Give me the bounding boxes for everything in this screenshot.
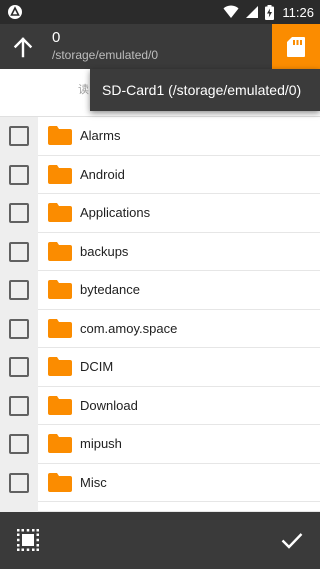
checkbox[interactable]: [9, 280, 29, 301]
folder-entry[interactable]: mipush: [38, 425, 320, 464]
folder-name: Misc: [80, 474, 107, 490]
checkbox[interactable]: [9, 164, 29, 185]
folder-icon: [48, 395, 72, 415]
folder-icon: [48, 318, 72, 338]
folder-icon: [48, 357, 72, 377]
folder-entry: [38, 502, 320, 512]
current-path: /storage/emulated/0: [52, 48, 159, 62]
checkbox-cell: [0, 425, 38, 464]
folder-icon: [48, 203, 72, 223]
checkbox-cell: [0, 309, 38, 348]
folder-name: mipush: [80, 436, 122, 452]
checkbox-cell: [0, 232, 38, 271]
bottom-bar: [0, 512, 320, 569]
folder-icon: [48, 434, 72, 454]
storage-button[interactable]: [272, 24, 320, 69]
checkbox[interactable]: [9, 318, 29, 339]
status-bar: 11:26: [0, 0, 320, 24]
checkbox-cell: [0, 271, 38, 310]
checkbox-cell: [0, 463, 38, 502]
checkbox[interactable]: [9, 434, 29, 455]
folder-icon: [48, 472, 72, 492]
select-all-icon[interactable]: [16, 528, 40, 552]
folder-name: Download: [80, 397, 138, 413]
folder-name: bytedance: [80, 282, 140, 298]
arrow-up-icon: [13, 37, 33, 58]
checkbox[interactable]: [9, 357, 29, 378]
up-button[interactable]: [10, 34, 36, 60]
list-item-partial: [0, 502, 320, 512]
signal-icon: [246, 6, 259, 18]
list-item[interactable]: com.amoy.space: [0, 309, 320, 348]
list-item[interactable]: Misc: [0, 463, 320, 502]
folder-name: com.amoy.space: [80, 320, 178, 336]
folder-icon: [48, 164, 72, 184]
folder-entry[interactable]: bytedance: [38, 271, 320, 310]
status-icons: 11:26: [223, 0, 314, 24]
folder-entry[interactable]: Misc: [38, 464, 320, 502]
sd-card-icon: [287, 36, 305, 57]
checkbox[interactable]: [9, 203, 29, 224]
folder-icon: [48, 280, 72, 300]
checkbox-cell: [0, 348, 38, 387]
status-time: 11:26: [282, 4, 314, 20]
folder-icon: [48, 241, 72, 261]
folder-name: DCIM: [80, 359, 114, 375]
folder-entry[interactable]: com.amoy.space: [38, 310, 320, 348]
checkbox-cell: [0, 502, 38, 512]
checkbox[interactable]: [9, 126, 29, 147]
checkbox-cell: [0, 117, 38, 156]
folder-icon: [48, 126, 72, 146]
checkbox-cell: [0, 194, 38, 233]
list-item[interactable]: DCIM: [0, 348, 320, 387]
list-item[interactable]: Download: [0, 386, 320, 425]
folder-name: backups: [80, 243, 129, 259]
folder-name: Android: [80, 166, 125, 182]
storage-popup-menu: SD-Card1 (/storage/emulated/0): [90, 69, 320, 111]
battery-charging-icon: [265, 4, 275, 20]
checkbox[interactable]: [9, 395, 29, 416]
list-item[interactable]: bytedance: [0, 271, 320, 310]
checkbox[interactable]: [9, 472, 29, 493]
folder-name: Applications: [80, 205, 151, 221]
folder-entry[interactable]: Alarms: [38, 117, 320, 156]
app-bar: 0 /storage/emulated/0: [0, 24, 320, 69]
folder-entry[interactable]: Android: [38, 156, 320, 194]
checkbox-cell: [0, 155, 38, 194]
folder-entry[interactable]: Applications: [38, 194, 320, 233]
app-notification-icon: [8, 5, 22, 19]
list-item[interactable]: backups: [0, 232, 320, 271]
folder-entry[interactable]: DCIM: [38, 348, 320, 387]
wifi-icon: [223, 5, 239, 18]
folder-entry[interactable]: Download: [38, 387, 320, 425]
folder-entry[interactable]: backups: [38, 233, 320, 271]
list-item[interactable]: Alarms: [0, 117, 320, 156]
checkmark-icon[interactable]: [280, 528, 304, 552]
storage-menu-item[interactable]: SD-Card1 (/storage/emulated/0): [102, 82, 301, 98]
list-item[interactable]: Applications: [0, 194, 320, 233]
checkbox-cell: [0, 386, 38, 425]
list-item[interactable]: mipush: [0, 425, 320, 464]
folder-title: 0: [52, 29, 61, 46]
checkbox[interactable]: [9, 241, 29, 262]
folder-list: Alarms Android Applications backups byte…: [0, 117, 320, 512]
hint-text: 读: [78, 84, 89, 96]
folder-name: Alarms: [80, 128, 121, 144]
list-item[interactable]: Android: [0, 155, 320, 194]
